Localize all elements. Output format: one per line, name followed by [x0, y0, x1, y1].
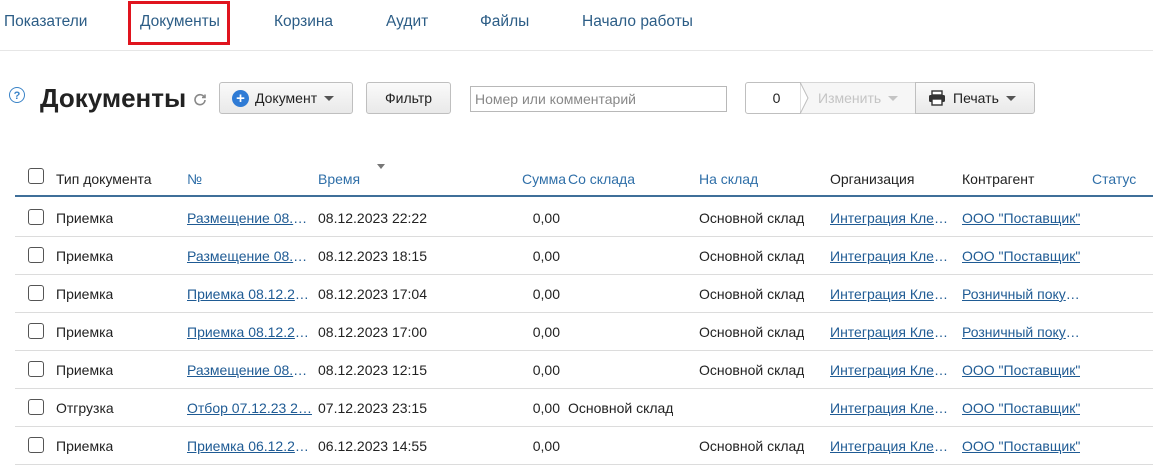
row-checkbox[interactable]	[28, 247, 44, 263]
cell-type: Отгрузка	[56, 400, 114, 416]
cell-counterparty-link[interactable]: ООО "Поставщик"	[962, 400, 1080, 416]
column-header-organization: Организация	[830, 171, 915, 187]
edit-button[interactable]: Изменить	[800, 82, 916, 114]
table-row[interactable]: Приемка Приемка 08.12.23… 08.12.2023 17:00…	[15, 312, 1153, 351]
print-button[interactable]: Печать	[915, 82, 1035, 114]
cell-sum: 0,00	[532, 400, 560, 416]
help-icon[interactable]: ?	[9, 87, 25, 103]
cell-type: Приемка	[56, 362, 114, 378]
row-checkbox[interactable]	[28, 437, 44, 453]
cell-to-store: Основной склад	[699, 248, 805, 264]
cell-sum: 0,00	[532, 210, 560, 226]
cell-type: Приемка	[56, 286, 114, 302]
cell-counterparty-link[interactable]: ООО "Поставщик"	[962, 210, 1080, 226]
tab-files[interactable]: Файлы	[480, 13, 529, 31]
cell-organization-link[interactable]: Интеграция Клев…	[830, 210, 955, 226]
cell-type: Приемка	[56, 210, 114, 226]
cell-counterparty-link[interactable]: ООО "Поставщик"	[962, 362, 1080, 378]
selected-count: 0	[745, 82, 808, 114]
cell-organization-link[interactable]: Интеграция Клев…	[830, 286, 955, 302]
search-input[interactable]	[470, 86, 727, 112]
cell-from-store: Основной склад	[568, 400, 674, 416]
refresh-icon[interactable]	[193, 92, 207, 106]
cell-type: Приемка	[56, 438, 114, 454]
tab-getting-started[interactable]: Начало работы	[582, 13, 693, 31]
cell-number-link[interactable]: Приемка 08.12.23…	[187, 324, 313, 340]
page-title: Документы	[40, 83, 187, 113]
cell-number-link[interactable]: Приемка 08.12.23…	[187, 286, 313, 302]
cell-number-link[interactable]: Размещение 08.1…	[187, 362, 313, 378]
tab-audit[interactable]: Аудит	[386, 13, 428, 31]
cell-counterparty-link[interactable]: ООО "Поставщик"	[962, 438, 1080, 454]
cell-sum: 0,00	[532, 438, 560, 454]
cell-time: 08.12.2023 17:00	[318, 324, 427, 340]
print-label: Печать	[953, 90, 999, 106]
cell-to-store: Основной склад	[699, 324, 805, 340]
cell-time: 08.12.2023 12:15	[318, 362, 427, 378]
column-header-from-store[interactable]: Со склада	[568, 171, 635, 187]
cell-type: Приемка	[56, 248, 114, 264]
table-row[interactable]: Приемка Размещение 08.1… 08.12.2023 12:15 0…	[15, 350, 1153, 389]
row-checkbox[interactable]	[28, 361, 44, 377]
column-header-sum[interactable]: Сумма	[522, 171, 566, 187]
tab-indicators[interactable]: Показатели	[4, 13, 87, 31]
select-all-checkbox[interactable]	[28, 168, 44, 184]
row-checkbox[interactable]	[28, 209, 44, 225]
column-header-status[interactable]: Статус	[1092, 171, 1136, 187]
cell-to-store: Основной склад	[699, 438, 805, 454]
cell-sum: 0,00	[532, 248, 560, 264]
table-row[interactable]: Отгрузка Отбор 07.12.23 2… 07.12.2023 23:1…	[15, 388, 1153, 427]
cell-sum: 0,00	[532, 286, 560, 302]
column-header-number[interactable]: №	[187, 171, 202, 187]
table-row[interactable]: Приемка Размещение 08.1… 08.12.2023 18:15 0…	[15, 236, 1153, 275]
cell-type: Приемка	[56, 324, 114, 340]
column-header-to-store[interactable]: На склад	[699, 171, 758, 187]
cell-time: 08.12.2023 17:04	[318, 286, 427, 302]
filter-button[interactable]: Фильтр	[366, 82, 451, 114]
column-header-counterparty: Контрагент	[962, 171, 1035, 187]
cell-number-link[interactable]: Отбор 07.12.23 2…	[187, 400, 312, 416]
plus-icon: +	[232, 89, 249, 107]
cell-counterparty-link[interactable]: Розничный покуп…	[962, 324, 1087, 340]
sort-desc-icon[interactable]	[377, 164, 385, 169]
cell-sum: 0,00	[532, 324, 560, 340]
printer-icon	[929, 90, 945, 106]
cell-to-store: Основной склад	[699, 210, 805, 226]
cell-to-store: Основной склад	[699, 362, 805, 378]
cell-counterparty-link[interactable]: ООО "Поставщик"	[962, 248, 1080, 264]
cell-number-link[interactable]: Приемка 06.12.23…	[187, 438, 313, 454]
cell-time: 06.12.2023 14:55	[318, 438, 427, 454]
table-header: Тип документа № Время Сумма Со склада На…	[15, 160, 1153, 197]
table-row[interactable]: Приемка Размещение 08.1… 08.12.2023 22:22 0…	[15, 198, 1153, 237]
chevron-down-icon	[1005, 95, 1016, 101]
highlight-box	[128, 1, 230, 45]
row-checkbox[interactable]	[28, 399, 44, 415]
cell-organization-link[interactable]: Интеграция Клев…	[830, 438, 955, 454]
cell-organization-link[interactable]: Интеграция Клев…	[830, 324, 955, 340]
table-row[interactable]: Приемка Приемка 06.12.23… 06.12.2023 14:55…	[15, 426, 1153, 465]
edit-label: Изменить	[818, 90, 882, 106]
tab-cart[interactable]: Корзина	[274, 13, 333, 31]
cell-sum: 0,00	[532, 362, 560, 378]
cell-organization-link[interactable]: Интеграция Клев…	[830, 400, 955, 416]
chevron-down-icon	[324, 95, 335, 101]
add-document-label: Документ	[255, 90, 318, 106]
cell-number-link[interactable]: Размещение 08.1…	[187, 210, 313, 226]
row-checkbox[interactable]	[28, 285, 44, 301]
chevron-down-icon	[888, 95, 899, 101]
cell-number-link[interactable]: Размещение 08.1…	[187, 248, 313, 264]
column-header-type: Тип документа	[56, 171, 152, 187]
add-document-button[interactable]: + Документ	[219, 82, 353, 114]
cell-time: 07.12.2023 23:15	[318, 400, 427, 416]
column-header-time[interactable]: Время	[318, 171, 360, 187]
row-checkbox[interactable]	[28, 323, 44, 339]
cell-organization-link[interactable]: Интеграция Клев…	[830, 248, 955, 264]
cell-counterparty-link[interactable]: Розничный покуп…	[962, 286, 1087, 302]
cell-time: 08.12.2023 18:15	[318, 248, 427, 264]
count-arrow-icon	[800, 82, 809, 114]
cell-time: 08.12.2023 22:22	[318, 210, 427, 226]
cell-to-store: Основной склад	[699, 286, 805, 302]
cell-organization-link[interactable]: Интеграция Клев…	[830, 362, 955, 378]
table-row[interactable]: Приемка Приемка 08.12.23… 08.12.2023 17:04…	[15, 274, 1153, 313]
